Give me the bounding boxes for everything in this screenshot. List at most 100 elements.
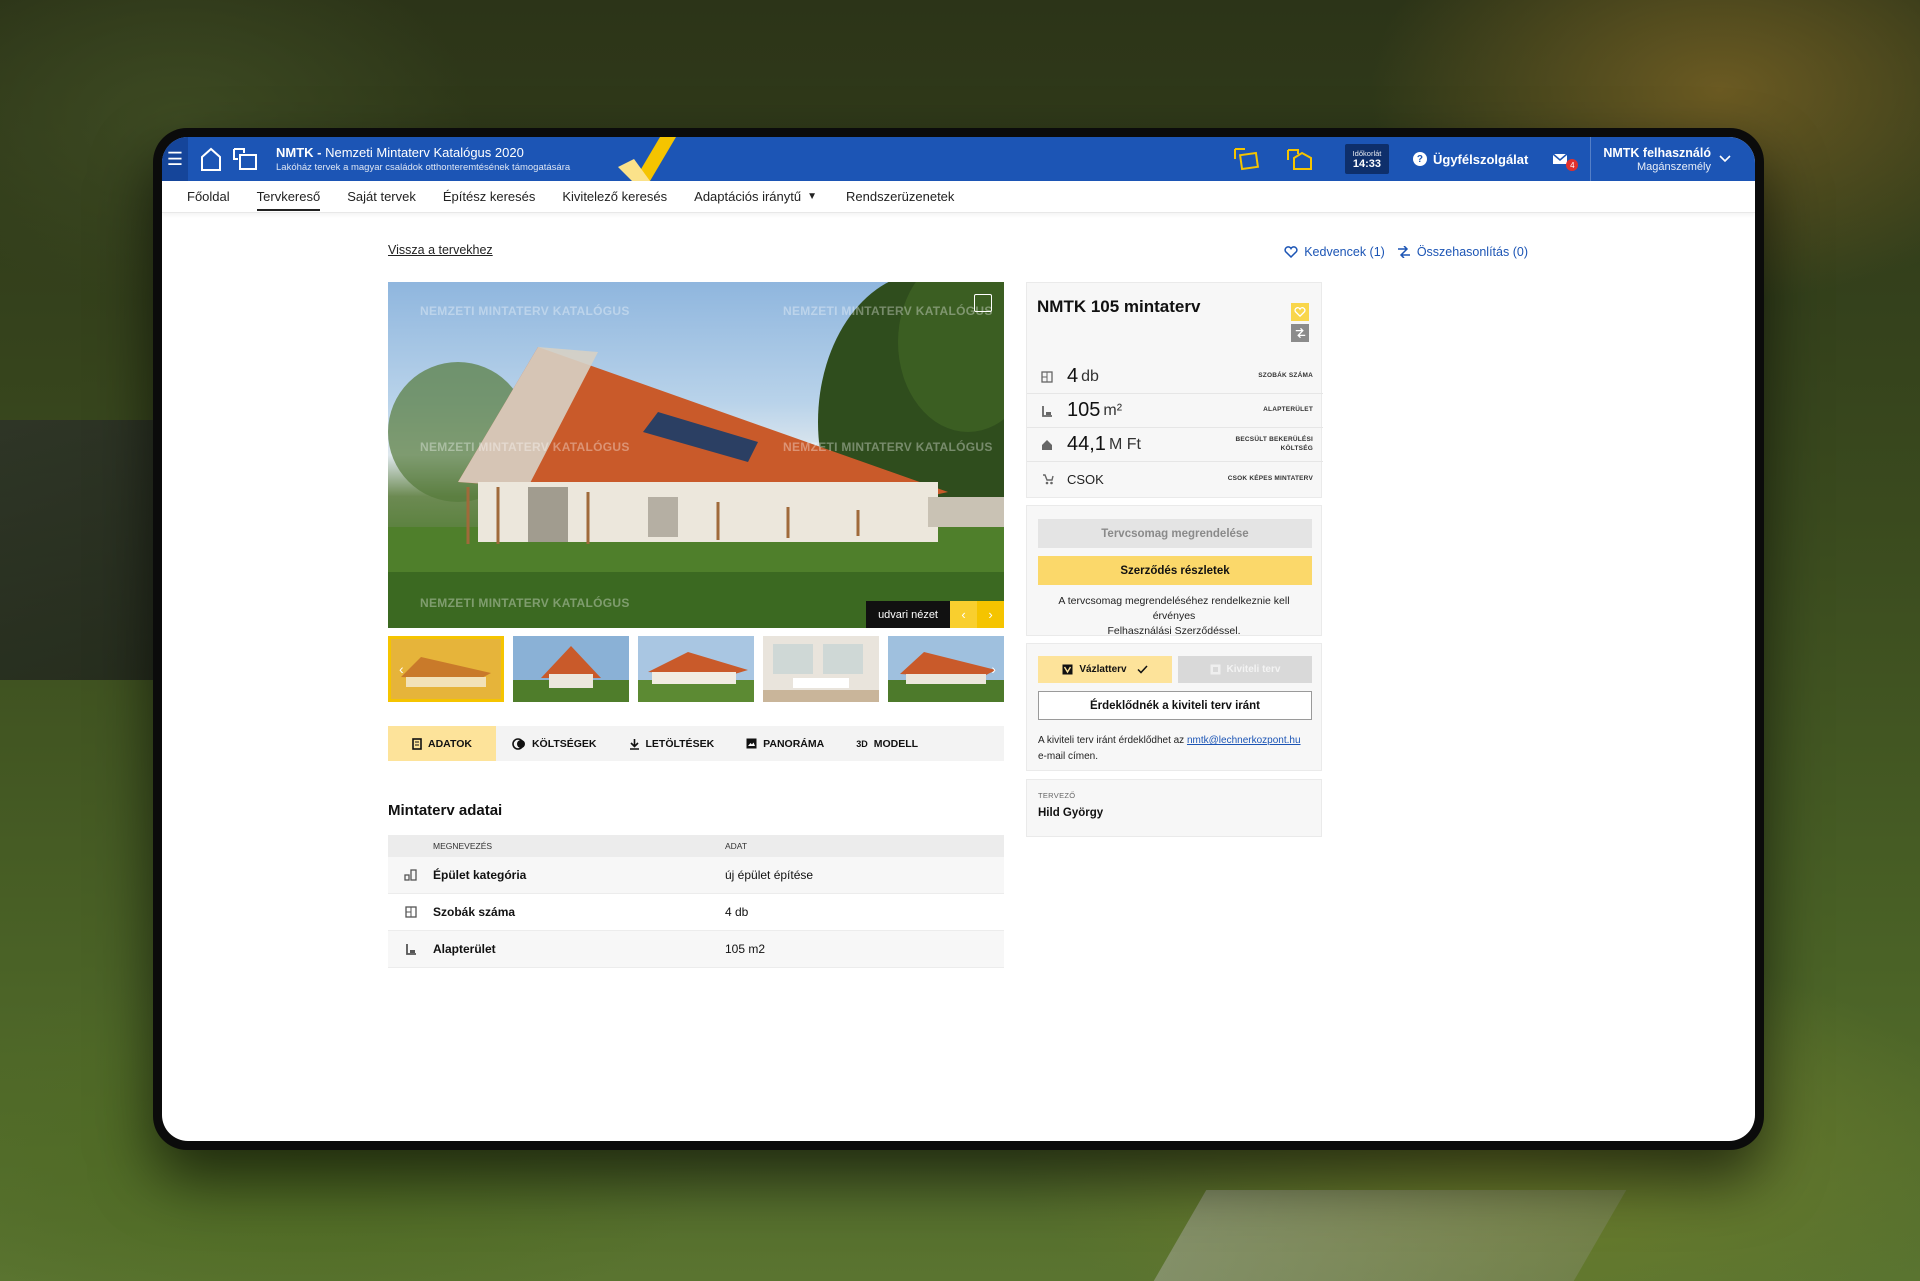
compare-icon <box>1295 328 1305 338</box>
table-row: Alapterület 105 m2 <box>388 931 1004 968</box>
watermark-text: NEMZETI MINTATERV KATALÓGUS <box>420 440 630 454</box>
3d-icon: 3D <box>856 738 868 749</box>
chevron-left-icon[interactable]: ‹ <box>399 661 404 677</box>
nav-item-adaptation-guide[interactable]: Adaptációs iránytű ▼ <box>694 181 817 213</box>
designer-name: Hild György <box>1038 807 1104 819</box>
help-icon: ? <box>1412 152 1427 166</box>
chevron-right-icon[interactable]: › <box>991 661 996 677</box>
details-table: MEGNEVEZÉS ADAT Épület kategória új épül… <box>388 835 1004 968</box>
plan-type-card: Vázlatterv Kiviteli terv Érdeklődnék a k… <box>1026 643 1322 771</box>
nav-item-home[interactable]: Főoldal <box>187 181 230 213</box>
plans-logo-icon <box>232 146 260 172</box>
background-dark-object <box>0 420 170 680</box>
brand-subtitle: Lakóház tervek a magyar családok otthont… <box>276 162 571 173</box>
messages-button[interactable]: 4 <box>1552 149 1579 171</box>
support-link[interactable]: ? Ügyfélszolgálat <box>1412 152 1528 167</box>
tab-panorama[interactable]: PANORÁMA <box>730 726 840 761</box>
sketch-plan-toggle[interactable]: Vázlatterv <box>1038 656 1172 683</box>
floorplan-icon <box>388 906 433 918</box>
tab-data[interactable]: ADATOK <box>388 726 496 761</box>
brand-decoration <box>618 137 676 181</box>
session-timer: Időkorlát 14:33 <box>1344 144 1389 174</box>
chevron-right-icon[interactable]: › <box>977 601 1004 628</box>
order-card: Tervcsomag megrendelése Szerződés részle… <box>1026 505 1322 637</box>
chevron-down-icon <box>1719 155 1731 163</box>
thumbnail-strip: ‹ › <box>388 636 1004 702</box>
tab-3d-model[interactable]: 3D MODELL <box>840 726 934 761</box>
timer-value: 14:33 <box>1352 157 1382 170</box>
nav-item-plan-search[interactable]: Tervkereső <box>256 181 320 213</box>
thumbnail[interactable] <box>513 636 629 702</box>
table-row: Szobák száma 4 db <box>388 894 1004 931</box>
sketch-plan-icon <box>1062 664 1073 675</box>
house-cost-icon <box>1027 439 1067 451</box>
table-row: Épület kategória új épület építése <box>388 857 1004 894</box>
tab-costs[interactable]: KÖLTSÉGEK <box>496 726 613 761</box>
watermark-text: NEMZETI MINTATERV KATALÓGUS <box>783 304 993 318</box>
chevron-left-icon[interactable]: ‹ <box>950 601 977 628</box>
image-nav: ‹ › <box>950 601 1004 628</box>
house-render <box>388 282 1004 628</box>
favorite-button[interactable] <box>1291 303 1309 321</box>
checkmark-icon <box>1137 665 1148 674</box>
compare-button[interactable] <box>1291 324 1309 342</box>
chevron-down-icon: ▼ <box>807 191 818 202</box>
email-link[interactable]: nmtk@lechnerkozpont.hu <box>1187 735 1301 746</box>
construction-plan-icon <box>1210 664 1221 675</box>
catalog-yellow-icon[interactable] <box>1233 146 1263 172</box>
coins-icon <box>512 737 525 750</box>
thumbnail[interactable] <box>638 636 754 702</box>
brand: NMTK - Nemzeti Mintaterv Katalógus 2020 … <box>276 145 570 173</box>
construction-plan-toggle[interactable]: Kiviteli terv <box>1178 656 1312 683</box>
hamburger-menu-icon[interactable]: ☰ <box>162 137 188 181</box>
stat-csok: CSOK CSOK KÉPES MINTATERV <box>1027 462 1323 496</box>
image-icon <box>746 738 757 749</box>
screen: ☰ NMTK - Nemzeti Mintaterv Katalógus 202… <box>162 137 1755 1141</box>
back-to-plans-link[interactable]: Vissza a tervekhez <box>388 243 493 257</box>
construction-interest-button[interactable]: Érdeklődnék a kiviteli terv iránt <box>1038 691 1312 720</box>
area-icon <box>1027 405 1067 417</box>
compare-link[interactable]: Összehasonlítás (0) <box>1397 245 1528 259</box>
floorplan-icon <box>1027 370 1067 383</box>
tab-downloads[interactable]: LETÖLTÉSEK <box>613 726 731 761</box>
stroller-icon <box>1027 473 1067 485</box>
compare-icon <box>1397 246 1410 258</box>
details-title: Mintaterv adatai <box>388 802 503 819</box>
home-logo-icon[interactable] <box>200 146 222 172</box>
thumbnail[interactable]: › <box>888 636 1004 702</box>
user-name: NMTK felhasználó <box>1603 145 1711 160</box>
plan-title: NMTK 105 mintaterv <box>1037 297 1201 316</box>
heart-icon <box>1284 246 1298 258</box>
stat-area: 105 m² ALAPTERÜLET <box>1027 394 1323 428</box>
thumbnail[interactable] <box>763 636 879 702</box>
main-plan-image[interactable]: NEMZETI MINTATERV KATALÓGUS NEMZETI MINT… <box>388 282 1004 628</box>
area-icon <box>388 943 433 955</box>
mail-count-badge: 4 <box>1566 159 1579 171</box>
main-nav: Főoldal Tervkereső Saját tervek Építész … <box>162 181 1755 213</box>
construction-note: A kiviteli terv iránt érdeklődhet az nmt… <box>1038 735 1301 762</box>
order-package-button[interactable]: Tervcsomag megrendelése <box>1038 519 1312 548</box>
thumbnail[interactable]: ‹ <box>388 636 504 702</box>
house-plan-yellow-icon[interactable] <box>1285 146 1315 172</box>
background-path <box>1153 1190 1627 1281</box>
watermark-text: NEMZETI MINTATERV KATALÓGUS <box>420 304 630 318</box>
contract-details-button[interactable]: Szerződés részletek <box>1038 556 1312 585</box>
table-header: MEGNEVEZÉS ADAT <box>388 835 1004 857</box>
view-label: udvari nézet <box>866 601 950 628</box>
watermark-text: NEMZETI MINTATERV KATALÓGUS <box>783 440 993 454</box>
tablet-frame: ☰ NMTK - Nemzeti Mintaterv Katalógus 202… <box>153 128 1764 1150</box>
nav-item-system-messages[interactable]: Rendszerüzenetek <box>846 181 954 213</box>
order-note: A tervcsomag megrendeléséhez rendelkezni… <box>1058 595 1290 638</box>
download-icon <box>629 738 639 750</box>
user-menu[interactable]: NMTK felhasználó Magánszemély <box>1590 137 1755 181</box>
nav-item-my-plans[interactable]: Saját tervek <box>347 181 416 213</box>
favorites-link[interactable]: Kedvencek (1) <box>1284 245 1385 259</box>
fullscreen-icon[interactable] <box>974 294 992 312</box>
watermark-text: NEMZETI MINTATERV KATALÓGUS <box>420 596 630 610</box>
user-role: Magánszemély <box>1637 160 1711 173</box>
top-bar: ☰ NMTK - Nemzeti Mintaterv Katalógus 202… <box>162 137 1755 181</box>
stat-rooms: 4 db SZOBÁK SZÁMA <box>1027 360 1323 394</box>
nav-item-contractor-search[interactable]: Kivitelező keresés <box>562 181 667 213</box>
nav-item-architect-search[interactable]: Építész keresés <box>443 181 536 213</box>
document-icon <box>412 737 422 750</box>
